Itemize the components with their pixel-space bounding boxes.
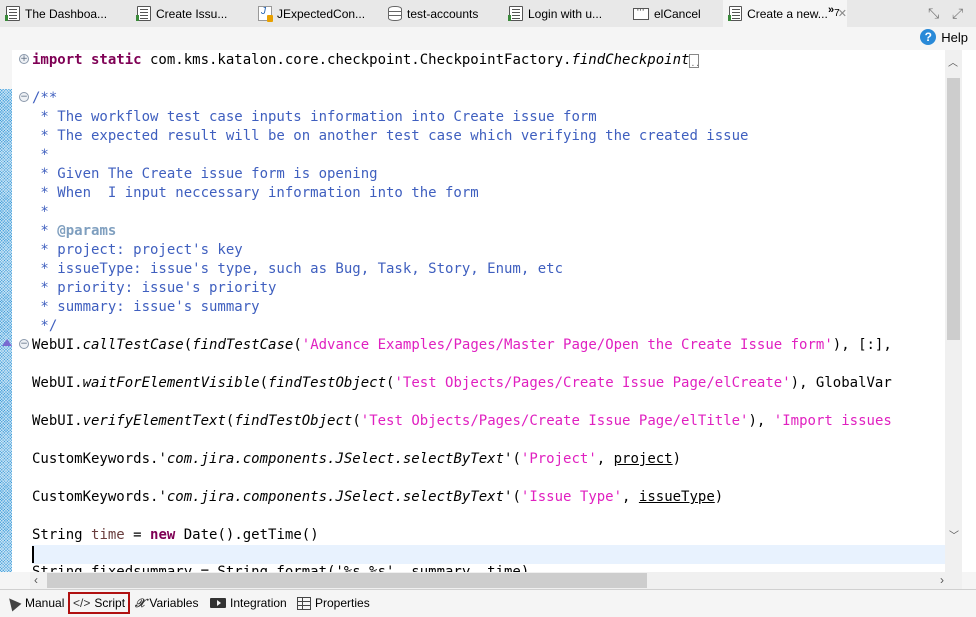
scroll-left-icon[interactable]: ‹ [34,573,38,587]
tab-label: Integration [230,596,287,610]
code-line-string-time: String time = new Date().getTime() [32,527,319,543]
properties-icon [297,596,311,610]
doc-comment-line: * @params [32,223,117,239]
minimize-icon[interactable]: ⤡ [928,5,939,22]
tab-login-with-user[interactable]: Login with u... [503,0,625,27]
cursor-icon [4,594,22,612]
help-label: Help [941,29,968,45]
current-line-highlight[interactable] [32,545,945,564]
tab-the-dashboard[interactable]: The Dashboa... [0,0,126,27]
script-editor[interactable]: + − − import static com.kms.katalon.core… [0,50,976,572]
test-case-icon [727,6,743,21]
tab-label: Create a new... [747,6,828,21]
doc-comment-line: * summary: issue's summary [32,299,260,315]
change-marker [0,89,12,572]
help-icon: ? [920,29,937,45]
tab-overflow-button[interactable]: »7 [828,4,840,19]
tab-label: Script [94,596,126,610]
tab-label: The Dashboa... [25,6,108,21]
code-line-select-issue-type: CustomKeywords.'com.jira.components.JSel… [32,489,724,505]
doc-comment-line: * [32,204,49,220]
warning-marker-icon [2,339,12,346]
help-bar: ? Help [0,27,976,50]
tab-label: JExpectedCon... [277,6,366,21]
tab-label: elCancel [654,6,701,21]
tab-manual[interactable]: Manual [4,592,67,614]
tab-label: Manual [25,596,65,610]
test-case-icon [508,6,523,21]
tab-label: Create Issu... [156,6,228,21]
code-line-import: import static com.kms.katalon.core.check… [32,52,701,68]
overflow-count: 7 [834,8,840,20]
tab-test-accounts[interactable]: test-accounts [382,0,500,27]
tab-create-issue[interactable]: Create Issu... [131,0,251,27]
code-line-verify-element-text: WebUI.verifyElementText(findTestObject('… [32,413,892,429]
editor-tab-bar: The Dashboa... Create Issu... JExpectedC… [0,0,976,27]
view-mode-tab-bar: Manual </> Script 𝒳 Variables Integratio… [0,589,976,617]
doc-comment-line: * The expected result will be on another… [32,128,749,144]
help-button[interactable]: ? Help [920,29,968,45]
collapse-fold-icon[interactable]: − [19,92,29,102]
expand-fold-icon[interactable]: + [19,54,29,64]
scroll-up-icon[interactable]: ︿ [948,54,958,69]
java-file-icon [258,6,273,22]
doc-comment-line: * The workflow test case inputs informat… [32,109,597,125]
code-area[interactable]: import static com.kms.katalon.core.check… [32,50,945,572]
horizontal-scroll-thumb[interactable] [47,573,647,588]
variable-icon: 𝒳 [135,595,146,610]
maximize-icon[interactable]: ⤢ [952,5,963,22]
code-icon: </> [73,596,91,610]
text-caret [32,546,34,563]
test-object-icon [633,4,649,20]
code-line-select-project: CustomKeywords.'com.jira.components.JSel… [32,451,682,467]
tab-label: Properties [315,596,370,610]
vertical-scroll-thumb[interactable] [947,78,960,340]
overview-ruler [0,50,12,572]
database-icon [388,6,402,21]
code-line-partial: String fixedsummary = String.format('%s … [32,564,530,572]
doc-comment-line: * When I input neccessary information in… [32,185,479,201]
code-line-call-test-case: WebUI.callTestCase(findTestCase('Advance… [32,337,892,353]
tab-label: test-accounts [407,6,479,21]
doc-comment-line: * issueType: issue's type, such as Bug, … [32,261,564,277]
doc-comment-line: * priority: issue's priority [32,280,277,296]
scroll-right-icon[interactable]: › [940,573,944,587]
tab-properties[interactable]: Properties [294,592,373,614]
tab-label: Variables [149,596,199,610]
vertical-scrollbar[interactable]: ︿ ﹀ [945,50,962,572]
scroll-down-icon[interactable]: ﹀ [949,527,959,542]
tab-variables[interactable]: 𝒳 Variables [132,592,201,614]
tab-jexpectedcon[interactable]: JExpectedCon... [252,0,380,27]
horizontal-scrollbar[interactable]: ‹ › [30,572,962,589]
doc-comment-line: */ [32,318,58,334]
code-line-wait-for-element: WebUI.waitForElementVisible(findTestObje… [32,375,892,391]
collapse-fold-icon[interactable]: − [19,339,29,349]
tab-label: Login with u... [528,6,603,21]
doc-comment-line: * Given The Create issue form is opening [32,166,378,182]
tab-script[interactable]: </> Script [68,592,131,614]
doc-comment-line: /** [32,90,58,106]
tab-integration[interactable]: Integration [207,592,290,614]
doc-comment-line: * [32,147,49,163]
integration-icon [210,598,226,608]
doc-comment-line: * project: project's key [32,242,243,258]
test-case-icon [136,6,151,21]
test-case-icon [5,6,20,21]
collapsed-imports-icon[interactable]: .. [689,54,700,68]
tab-elcancel[interactable]: elCancel [627,0,721,27]
